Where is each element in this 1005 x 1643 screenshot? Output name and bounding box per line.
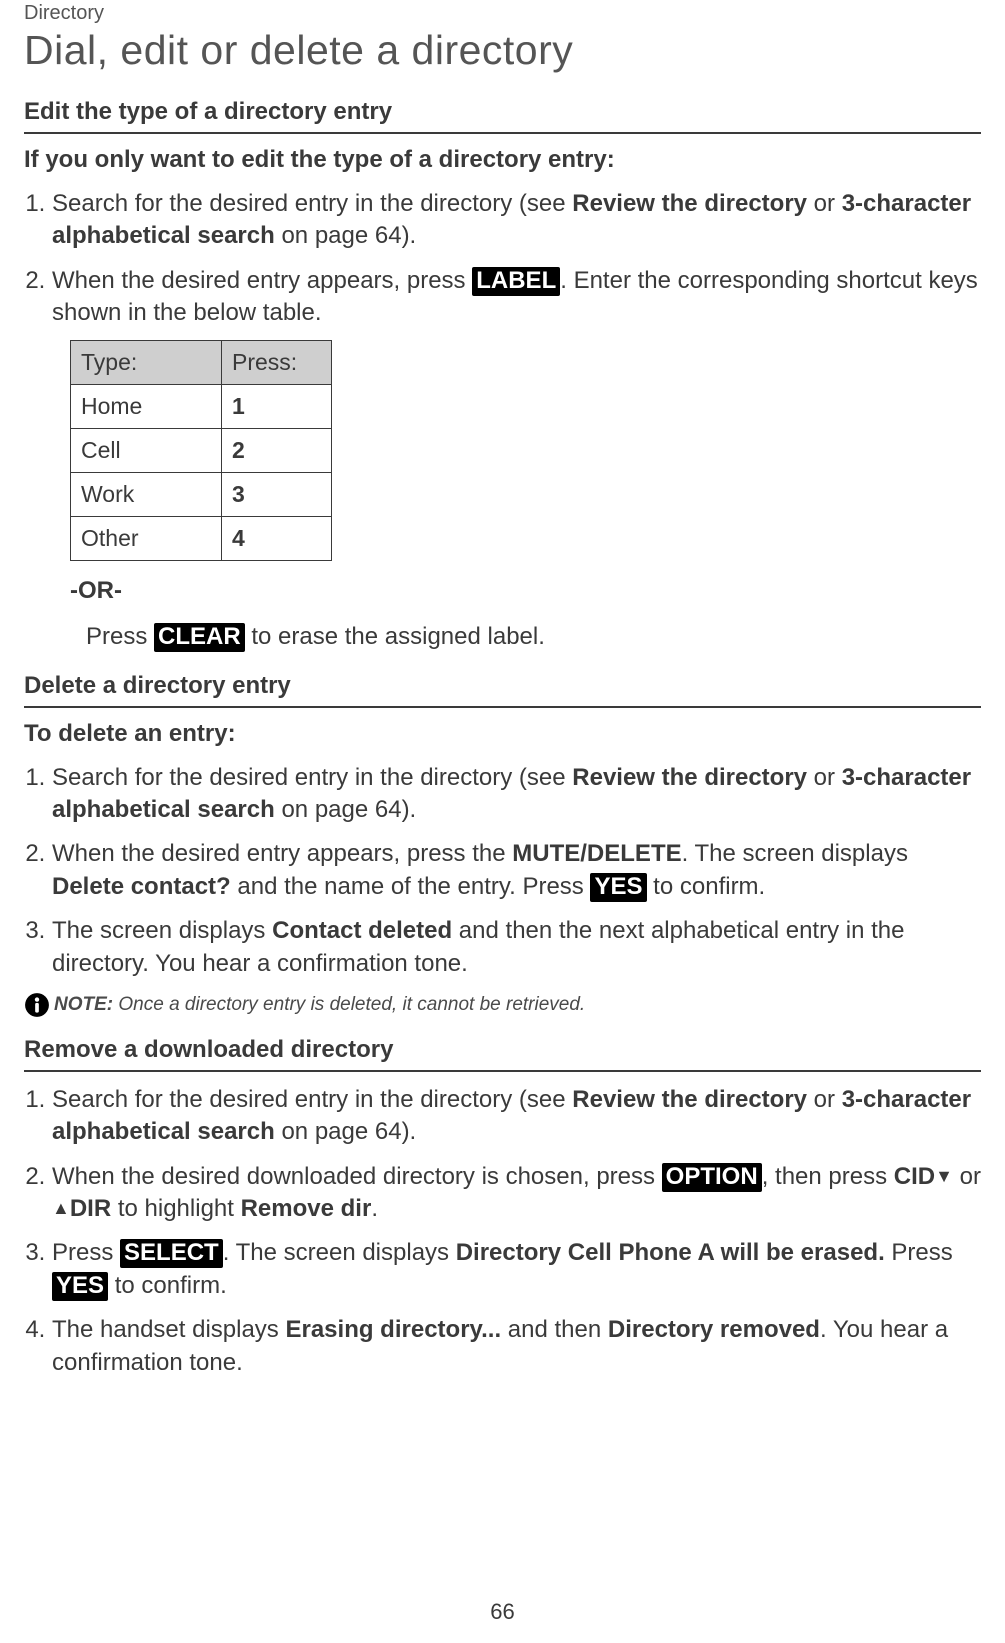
key-option: OPTION (662, 1163, 762, 1192)
text: . (371, 1195, 378, 1222)
step-delete-1: Search for the desired entry in the dire… (52, 762, 981, 827)
text: When the desired entry appears, press th… (52, 840, 512, 867)
text: on page 64). (275, 796, 416, 823)
or-label: -OR- (70, 575, 981, 607)
text: When the desired entry appears, press (52, 267, 472, 294)
text: Press (52, 1239, 120, 1266)
key-yes: YES (590, 873, 646, 902)
text-bold: Directory removed (608, 1316, 820, 1343)
key-yes: YES (52, 1272, 108, 1301)
text-bold: Erasing directory... (285, 1316, 501, 1343)
step-remove-4: The handset displays Erasing directory..… (52, 1314, 981, 1379)
text: or (807, 764, 842, 791)
section-heading-edit-type: Edit the type of a directory entry (24, 98, 981, 134)
text: , then press (762, 1163, 894, 1190)
text-bold: Delete contact? (52, 873, 231, 900)
text: or (807, 190, 842, 217)
table-row: Cell 2 (71, 428, 332, 472)
text-bold: Review the directory (572, 1086, 807, 1113)
page: Directory Dial, edit or delete a directo… (0, 2, 1005, 1643)
subheading-delete-entry: To delete an entry: (24, 720, 981, 748)
text: on page 64). (275, 1118, 416, 1145)
text: to erase the assigned label. (245, 623, 545, 650)
key-clear: CLEAR (154, 623, 245, 652)
table-row: Work 3 (71, 472, 332, 516)
key-select: SELECT (120, 1239, 223, 1268)
page-title: Dial, edit or delete a directory (24, 27, 981, 74)
steps-remove-dir: Search for the desired entry in the dire… (24, 1084, 981, 1379)
table-header-press: Press: (222, 340, 332, 384)
table-cell-type: Work (71, 472, 222, 516)
text-bold: Review the directory (572, 190, 807, 217)
text-bold: Contact deleted (272, 917, 452, 944)
table-cell-type: Other (71, 516, 222, 560)
text-smallcaps: MUTE (512, 840, 580, 867)
key-label: LABEL (472, 267, 560, 296)
table-cell-type: Home (71, 384, 222, 428)
step-remove-3: Press SELECT. The screen displays Direct… (52, 1237, 981, 1302)
text: Press (86, 623, 154, 650)
step-delete-3: The screen displays Contact deleted and … (52, 915, 981, 980)
steps-delete-entry: Search for the desired entry in the dire… (24, 762, 981, 980)
text: to confirm. (647, 873, 766, 900)
note-text: NOTE: Once a directory entry is deleted,… (54, 994, 585, 1016)
text: Search for the desired entry in the dire… (52, 190, 572, 217)
steps-edit-type: Search for the desired entry in the dire… (24, 188, 981, 654)
table-cell-type: Cell (71, 428, 222, 472)
section-heading-delete-entry: Delete a directory entry (24, 672, 981, 708)
text: Search for the desired entry in the dire… (52, 764, 572, 791)
text: to confirm. (108, 1272, 227, 1299)
text: Search for the desired entry in the dire… (52, 1086, 572, 1113)
text-bold: Directory Cell Phone A will be erased. (456, 1239, 885, 1266)
subheading-edit-type: If you only want to edit the type of a d… (24, 146, 981, 174)
breadcrumb: Directory (24, 2, 981, 25)
triangle-down-icon: ▼ (935, 1167, 953, 1185)
note-body: Once a directory entry is deleted, it ca… (113, 994, 585, 1015)
step-remove-1: Search for the desired entry in the dire… (52, 1084, 981, 1149)
text-bold: /DELETE (580, 840, 681, 867)
triangle-up-icon: ▲ (52, 1199, 70, 1217)
table-header-type: Type: (71, 340, 222, 384)
text: on page 64). (275, 222, 416, 249)
text: . The screen displays (223, 1239, 456, 1266)
step-edit-type-2: When the desired entry appears, press LA… (52, 265, 981, 654)
table-cell-press: 3 (222, 472, 332, 516)
text: Press (885, 1239, 953, 1266)
text: or (807, 1086, 842, 1113)
text: . The screen displays (682, 840, 908, 867)
table-cell-press: 1 (222, 384, 332, 428)
text: or (953, 1163, 981, 1190)
note-row: NOTE: Once a directory entry is deleted,… (24, 992, 981, 1018)
text-bold-cid: CID (894, 1163, 935, 1190)
text-bold: Review the directory (572, 764, 807, 791)
note-label: NOTE: (54, 994, 113, 1015)
text: The screen displays (52, 917, 272, 944)
table-cell-press: 4 (222, 516, 332, 560)
table-cell-press: 2 (222, 428, 332, 472)
step-remove-2: When the desired downloaded directory is… (52, 1161, 981, 1226)
text: When the desired downloaded directory is… (52, 1163, 662, 1190)
table-header-row: Type: Press: (71, 340, 332, 384)
info-icon (24, 992, 50, 1018)
table-row: Other 4 (71, 516, 332, 560)
section-heading-remove-dir: Remove a downloaded directory (24, 1036, 981, 1072)
shortcut-table: Type: Press: Home 1 Cell 2 Work (70, 340, 332, 561)
press-clear-line: Press CLEAR to erase the assigned label. (86, 621, 981, 653)
step-edit-type-1: Search for the desired entry in the dire… (52, 188, 981, 253)
table-row: Home 1 (71, 384, 332, 428)
text: and then (501, 1316, 608, 1343)
step-delete-2: When the desired entry appears, press th… (52, 838, 981, 903)
text: The handset displays (52, 1316, 285, 1343)
page-number: 66 (0, 1599, 1005, 1625)
text-bold-dir: DIR (70, 1195, 111, 1222)
text: to highlight (111, 1195, 240, 1222)
text-bold-remove: Remove dir (241, 1195, 372, 1222)
text: and the name of the entry. Press (231, 873, 591, 900)
